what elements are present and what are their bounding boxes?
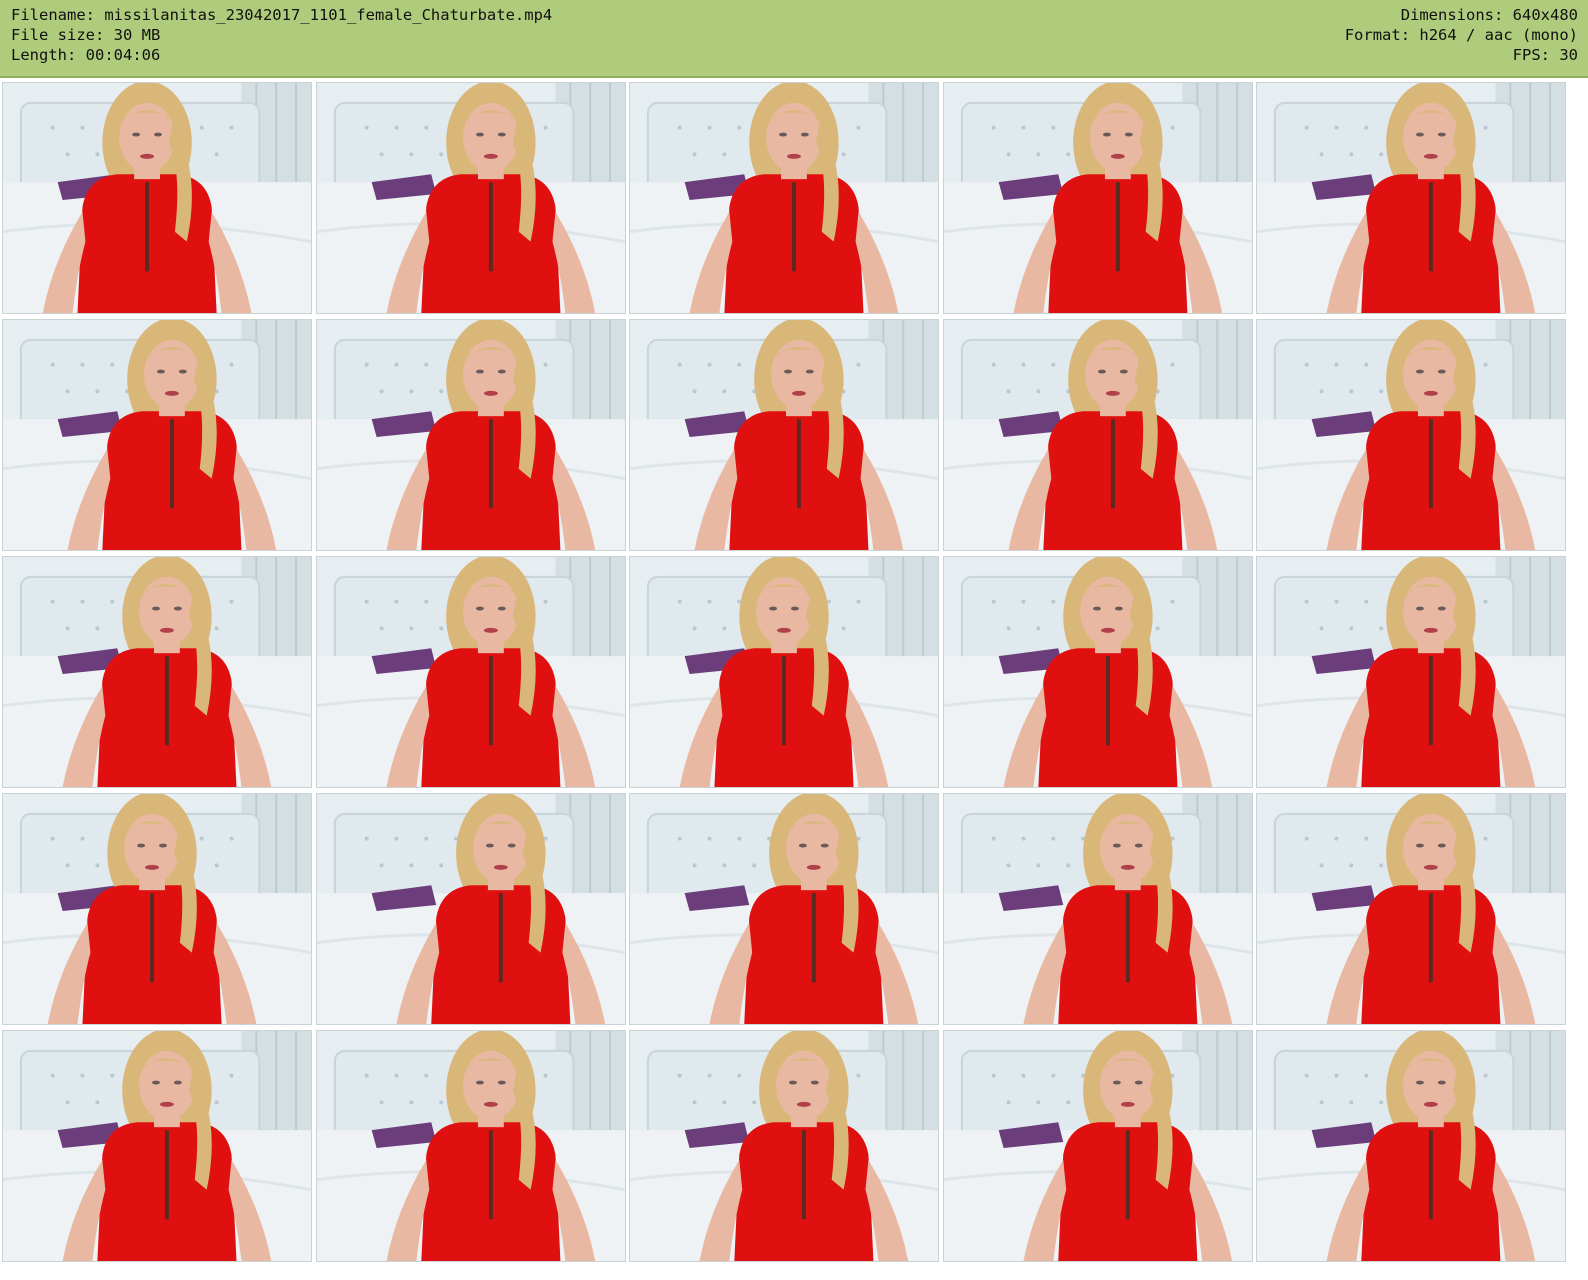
format-text: Format: h264 / aac (mono) (1344, 26, 1578, 44)
info-header: Filename: missilanitas_23042017_1101_fem… (0, 0, 1588, 78)
dimensions-text: Dimensions: 640x480 (1400, 6, 1578, 24)
video-frame-thumbnail (629, 556, 939, 788)
video-frame-thumbnail (315, 82, 626, 314)
video-frame-thumbnail (1256, 556, 1566, 788)
video-frame-thumbnail (315, 556, 626, 788)
video-frame-thumbnail (629, 82, 939, 314)
thumbnail-grid (2, 82, 1586, 1278)
video-frame-thumbnail (942, 1030, 1253, 1262)
video-frame-thumbnail (629, 793, 939, 1025)
video-frame-thumbnail (1256, 82, 1566, 314)
video-frame-thumbnail (942, 82, 1253, 314)
video-frame-thumbnail (2, 319, 312, 551)
video-frame-thumbnail (629, 1030, 939, 1262)
header-right-info: Dimensions: 640x480 Format: h264 / aac (… (1345, 5, 1578, 65)
video-frame-thumbnail (2, 556, 312, 788)
filename-text: Filename: missilanitas_23042017_1101_fem… (11, 6, 553, 24)
video-frame-thumbnail (1256, 1030, 1566, 1262)
video-frame-thumbnail (942, 556, 1253, 788)
header-left-info: Filename: missilanitas_23042017_1101_fem… (11, 5, 552, 65)
video-frame-thumbnail (2, 82, 312, 314)
video-frame-thumbnail (315, 1030, 626, 1262)
video-frame-thumbnail (315, 793, 626, 1025)
video-frame-thumbnail (2, 793, 312, 1025)
length-text: Length: 00:04:06 (11, 46, 161, 64)
video-frame-thumbnail (942, 793, 1253, 1025)
video-frame-thumbnail (1256, 793, 1566, 1025)
fps-text: FPS: 30 (1512, 46, 1578, 64)
video-frame-thumbnail (942, 319, 1253, 551)
video-frame-thumbnail (629, 319, 939, 551)
filesize-text: File size: 30 MB (11, 26, 161, 44)
video-frame-thumbnail (2, 1030, 312, 1262)
video-frame-thumbnail (315, 319, 626, 551)
video-frame-thumbnail (1256, 319, 1566, 551)
